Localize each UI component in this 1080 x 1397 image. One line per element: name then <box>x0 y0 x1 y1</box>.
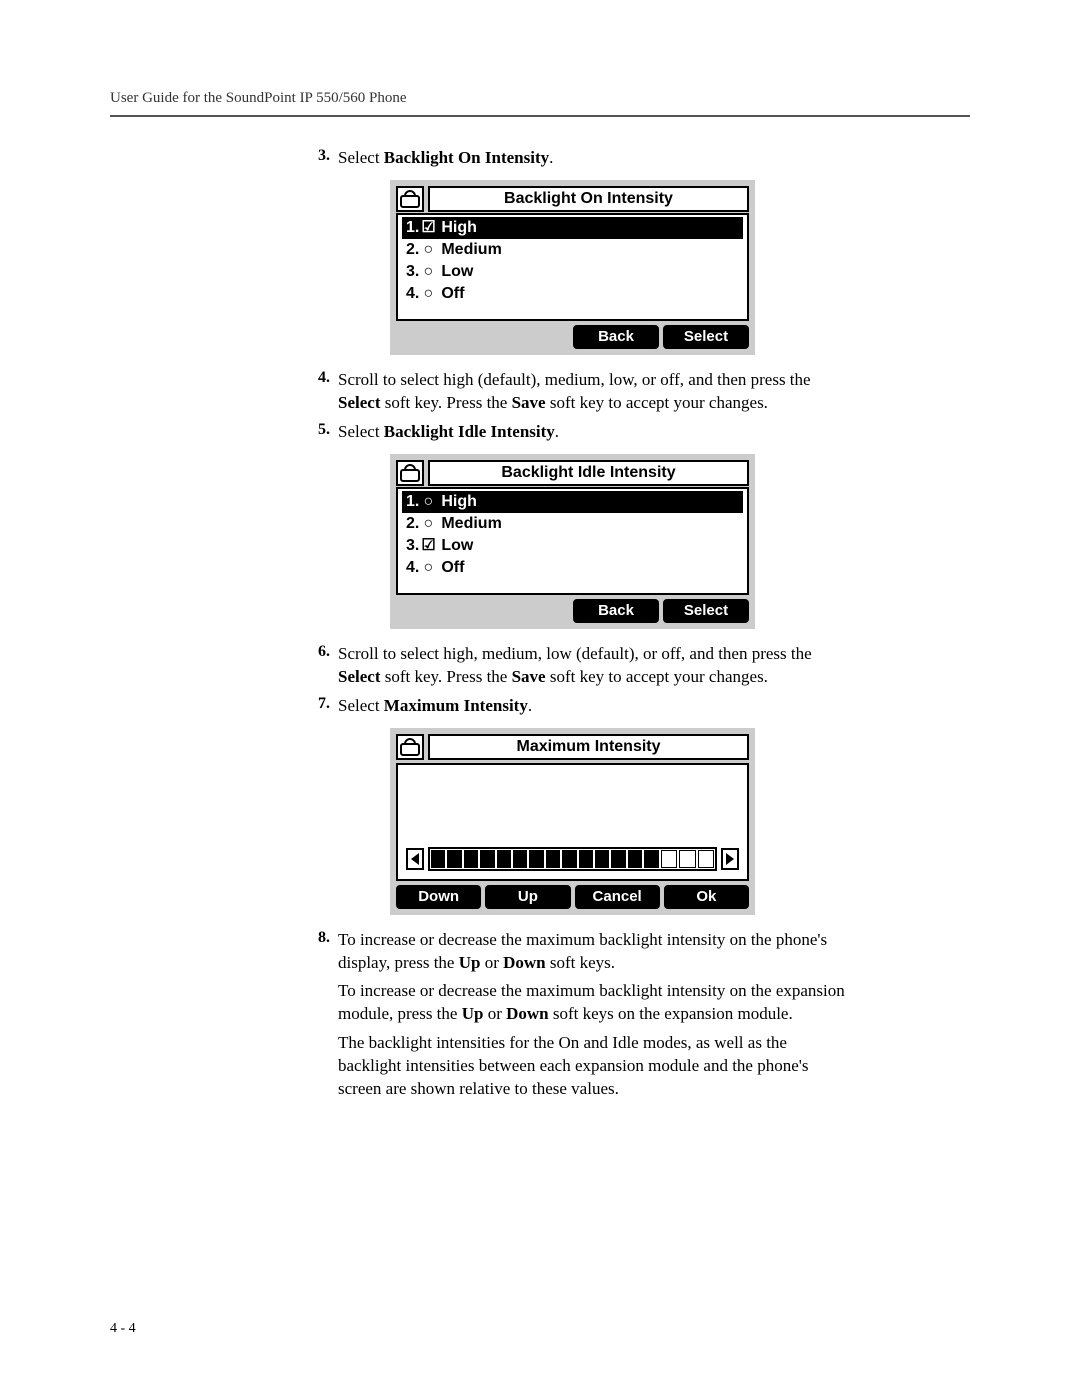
intensity-segment <box>497 850 511 868</box>
lcd-menu-item[interactable]: 4.○Off <box>402 283 743 305</box>
softkey-select[interactable]: Select <box>663 325 749 349</box>
intensity-segment <box>447 850 461 868</box>
intensity-segment <box>529 850 543 868</box>
step-8-para-2: To increase or decrease the maximum back… <box>338 980 850 1026</box>
step-text: Select Backlight On Intensity. <box>338 147 850 170</box>
intensity-segment <box>480 850 494 868</box>
step-8: 8. To increase or decrease the maximum b… <box>300 929 850 975</box>
lcd-title: Backlight On Intensity <box>428 186 749 212</box>
step-6: 6. Scroll to select high, medium, low (d… <box>300 643 850 689</box>
intensity-segment <box>611 850 625 868</box>
step-number: 4. <box>300 369 330 387</box>
lcd-title: Backlight Idle Intensity <box>428 460 749 486</box>
content: 3. Select Backlight On Intensity. Backli… <box>300 147 850 1101</box>
page-number: 4 - 4 <box>110 1321 136 1337</box>
step-number: 3. <box>300 147 330 165</box>
softkey-back[interactable]: Back <box>573 599 659 623</box>
lcd-screenshot-max-intensity: Maximum Intensity Down Up <box>390 728 850 915</box>
step-number: 7. <box>300 695 330 713</box>
softkey-cancel[interactable]: Cancel <box>575 885 660 909</box>
settings-icon <box>396 460 424 486</box>
lcd-menu-item[interactable]: 3.☑Low <box>402 535 743 557</box>
lcd-menu-item[interactable]: 1.○High <box>402 491 743 513</box>
intensity-segment <box>628 850 642 868</box>
intensity-segment <box>562 850 576 868</box>
arrow-right-icon[interactable] <box>721 848 739 870</box>
lcd-title: Maximum Intensity <box>428 734 749 760</box>
running-header: User Guide for the SoundPoint IP 550/560… <box>110 90 1080 107</box>
lcd-menu-item[interactable]: 4.○Off <box>402 557 743 579</box>
intensity-bar <box>428 847 717 871</box>
step-number: 8. <box>300 929 330 947</box>
intensity-segment <box>595 850 609 868</box>
header-rule <box>110 115 970 117</box>
lcd-menu-item[interactable]: 2.○Medium <box>402 513 743 535</box>
intensity-segment <box>431 850 445 868</box>
intensity-segment <box>661 850 677 868</box>
intensity-segment <box>513 850 527 868</box>
lcd-screenshot-backlight-on: Backlight On Intensity 1.☑High2.○Medium3… <box>390 180 850 355</box>
settings-icon <box>396 186 424 212</box>
step-5: 5. Select Backlight Idle Intensity. <box>300 421 850 444</box>
softkey-select[interactable]: Select <box>663 599 749 623</box>
softkey-up[interactable]: Up <box>485 885 570 909</box>
lcd-body <box>396 763 749 881</box>
step-4: 4. Scroll to select high (default), medi… <box>300 369 850 415</box>
lcd-body: 1.○High2.○Medium3.☑Low4.○Off <box>396 487 749 595</box>
lcd-menu-item[interactable]: 3.○Low <box>402 261 743 283</box>
intensity-segment <box>698 850 714 868</box>
intensity-segment <box>579 850 593 868</box>
lcd-menu-item[interactable]: 2.○Medium <box>402 239 743 261</box>
step-number: 6. <box>300 643 330 661</box>
softkey-ok[interactable]: Ok <box>664 885 749 909</box>
settings-icon <box>396 734 424 760</box>
intensity-segment <box>644 850 658 868</box>
step-8-para-3: The backlight intensities for the On and… <box>338 1032 850 1101</box>
step-text: Select Maximum Intensity. <box>338 695 850 718</box>
lcd-body: 1.☑High2.○Medium3.○Low4.○Off <box>396 213 749 321</box>
step-3: 3. Select Backlight On Intensity. <box>300 147 850 170</box>
step-text: Scroll to select high (default), medium,… <box>338 369 850 415</box>
arrow-left-icon[interactable] <box>406 848 424 870</box>
intensity-segment <box>464 850 478 868</box>
step-text: Scroll to select high, medium, low (defa… <box>338 643 850 689</box>
softkey-down[interactable]: Down <box>396 885 481 909</box>
step-text: Select Backlight Idle Intensity. <box>338 421 850 444</box>
step-text: To increase or decrease the maximum back… <box>338 929 850 975</box>
intensity-segment <box>546 850 560 868</box>
lcd-menu-item[interactable]: 1.☑High <box>402 217 743 239</box>
softkey-back[interactable]: Back <box>573 325 659 349</box>
document-page: User Guide for the SoundPoint IP 550/560… <box>0 0 1080 1397</box>
step-7: 7. Select Maximum Intensity. <box>300 695 850 718</box>
step-number: 5. <box>300 421 330 439</box>
lcd-screenshot-backlight-idle: Backlight Idle Intensity 1.○High2.○Mediu… <box>390 454 850 629</box>
intensity-segment <box>679 850 695 868</box>
